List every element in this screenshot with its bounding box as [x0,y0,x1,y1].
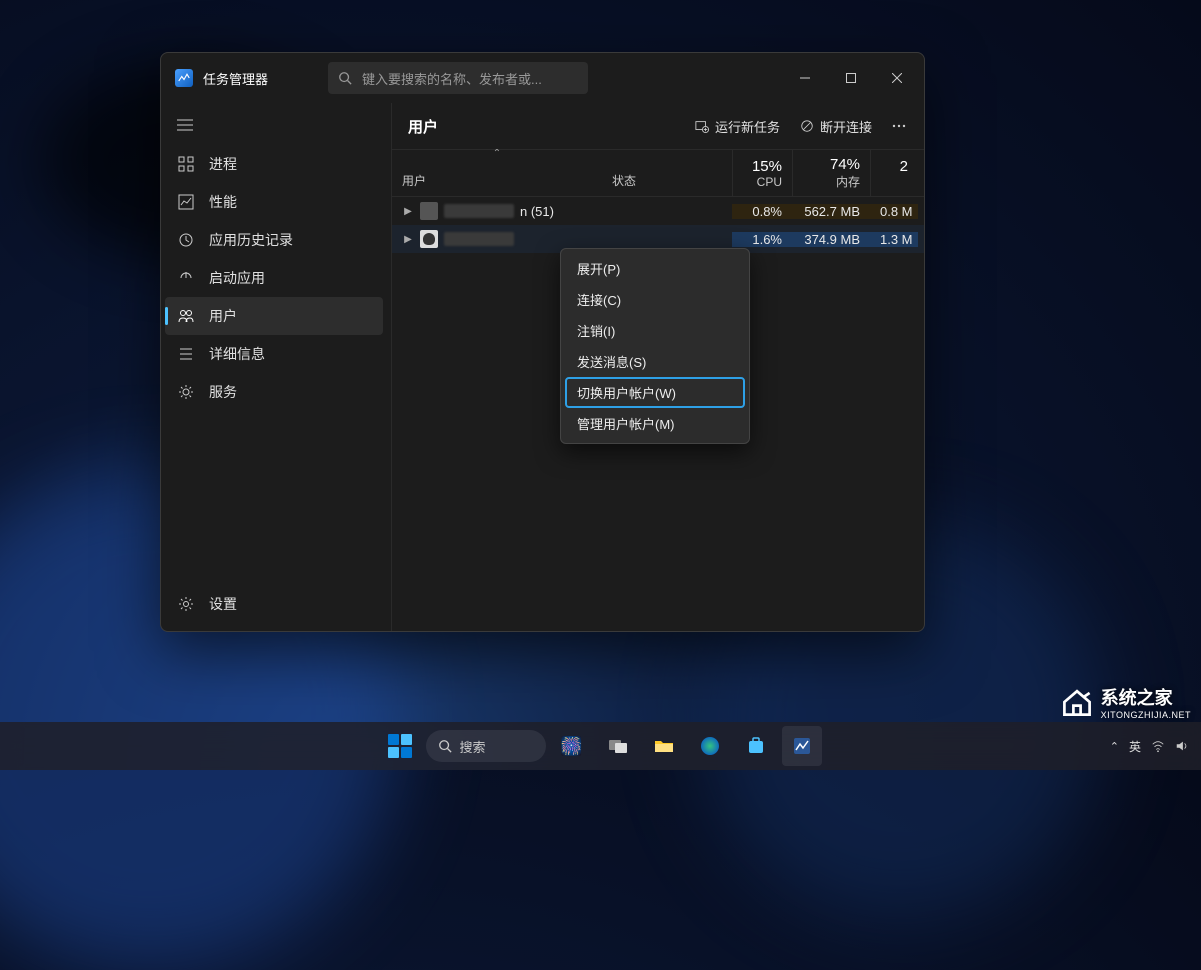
taskbar-tray: ⌃ 英 [1110,738,1189,755]
taskbar-search[interactable]: 搜索 [426,730,546,762]
watermark: 系统之家 XITONGZHIJIA.NET [1059,684,1191,720]
col-cpu[interactable]: 15% CPU [732,150,792,196]
col-extra[interactable]: 2 [870,150,918,196]
task-manager-window: 任务管理器 键入要搜索的名称、发布者或... 进程 性能 [160,52,925,632]
taskmanager-icon [793,737,811,755]
edge-icon [700,736,720,756]
more-button[interactable] [882,118,916,134]
ctx-switch-user[interactable]: 切换用户帐户(W) [565,377,745,408]
disconnect-icon [800,119,814,133]
taskbar-explorer[interactable] [644,726,684,766]
section-title: 用户 [408,116,438,137]
expand-icon[interactable]: ▶ [402,234,414,245]
sort-indicator-icon: ⌃ [493,149,501,159]
tray-chevron-icon[interactable]: ⌃ [1110,740,1119,753]
sidebar-item-history[interactable]: 应用历史记录 [165,221,383,259]
sidebar-item-label: 用户 [209,306,237,326]
taskbar-store[interactable] [736,726,776,766]
ctx-signout[interactable]: 注销(I) [565,315,745,346]
sidebar-item-services[interactable]: 服务 [165,373,383,411]
gear-icon [177,596,195,612]
hamburger-icon [177,119,193,131]
search-icon [338,71,352,85]
username-redacted [444,232,514,246]
taskview-icon [608,738,628,754]
sidebar-item-users[interactable]: 用户 [165,297,383,335]
services-icon [177,384,195,400]
sidebar-item-label: 服务 [209,382,237,402]
ctx-send-message[interactable]: 发送消息(S) [565,346,745,377]
hamburger-button[interactable] [165,111,383,139]
windows-icon [388,734,412,758]
sidebar: 进程 性能 应用历史记录 启动应用 用户 [161,103,391,631]
expand-icon[interactable]: ▶ [402,206,414,217]
users-icon [177,308,195,324]
sidebar-item-details[interactable]: 详细信息 [165,335,383,373]
sidebar-item-label: 应用历史记录 [209,230,293,250]
sidebar-item-label: 启动应用 [209,268,265,288]
store-icon [747,737,765,755]
widget-icon: 🎆 [560,736,582,757]
search-input[interactable]: 键入要搜索的名称、发布者或... [328,62,588,94]
col-user[interactable]: ⌃ 用户 [392,150,602,196]
ctx-manage-user[interactable]: 管理用户帐户(M) [565,408,745,439]
grid-icon [177,156,195,172]
table-header: ⌃ 用户 状态 15% CPU 74% 内存 2 [392,149,924,197]
ime-indicator[interactable]: 英 [1129,738,1141,755]
sidebar-item-label: 进程 [209,154,237,174]
performance-icon [177,194,195,210]
sidebar-item-label: 性能 [209,192,237,212]
avatar [420,230,438,248]
window-controls [782,54,920,102]
maximize-button[interactable] [828,54,874,102]
titlebar: 任务管理器 键入要搜索的名称、发布者或... [161,53,924,103]
minimize-button[interactable] [782,54,828,102]
wifi-icon[interactable] [1151,739,1165,753]
col-status[interactable]: 状态 [602,150,732,196]
folder-icon [654,738,674,754]
run-task-icon [695,119,709,133]
volume-icon[interactable] [1175,739,1189,753]
sidebar-item-label: 设置 [209,594,237,614]
username-redacted [444,204,514,218]
taskbar: 搜索 🎆 ⌃ 英 [0,722,1201,770]
disconnect-button[interactable]: 断开连接 [790,111,882,142]
sidebar-item-startup[interactable]: 启动应用 [165,259,383,297]
more-icon [892,124,906,128]
app-icon [175,69,193,87]
details-icon [177,346,195,362]
search-placeholder: 键入要搜索的名称、发布者或... [362,69,542,88]
taskbar-taskview[interactable] [598,726,638,766]
ctx-expand[interactable]: 展开(P) [565,253,745,284]
taskbar-taskmanager[interactable] [782,726,822,766]
sidebar-item-settings[interactable]: 设置 [165,585,383,623]
avatar [420,202,438,220]
sidebar-item-performance[interactable]: 性能 [165,183,383,221]
taskbar-widget[interactable]: 🎆 [552,726,592,766]
taskbar-edge[interactable] [690,726,730,766]
sidebar-item-label: 详细信息 [209,344,265,364]
ctx-connect[interactable]: 连接(C) [565,284,745,315]
start-button[interactable] [380,726,420,766]
run-new-task-button[interactable]: 运行新任务 [685,111,790,142]
history-icon [177,232,195,248]
col-memory[interactable]: 74% 内存 [792,150,870,196]
house-icon [1059,684,1095,720]
search-icon [438,739,452,753]
startup-icon [177,270,195,286]
sidebar-item-processes[interactable]: 进程 [165,145,383,183]
context-menu: 展开(P) 连接(C) 注销(I) 发送消息(S) 切换用户帐户(W) 管理用户… [560,248,750,444]
app-title: 任务管理器 [203,69,268,88]
toolbar: 用户 运行新任务 断开连接 [392,103,924,149]
close-button[interactable] [874,54,920,102]
table-row[interactable]: ▶ n (51) 0.8% 562.7 MB 0.8 M [392,197,924,225]
